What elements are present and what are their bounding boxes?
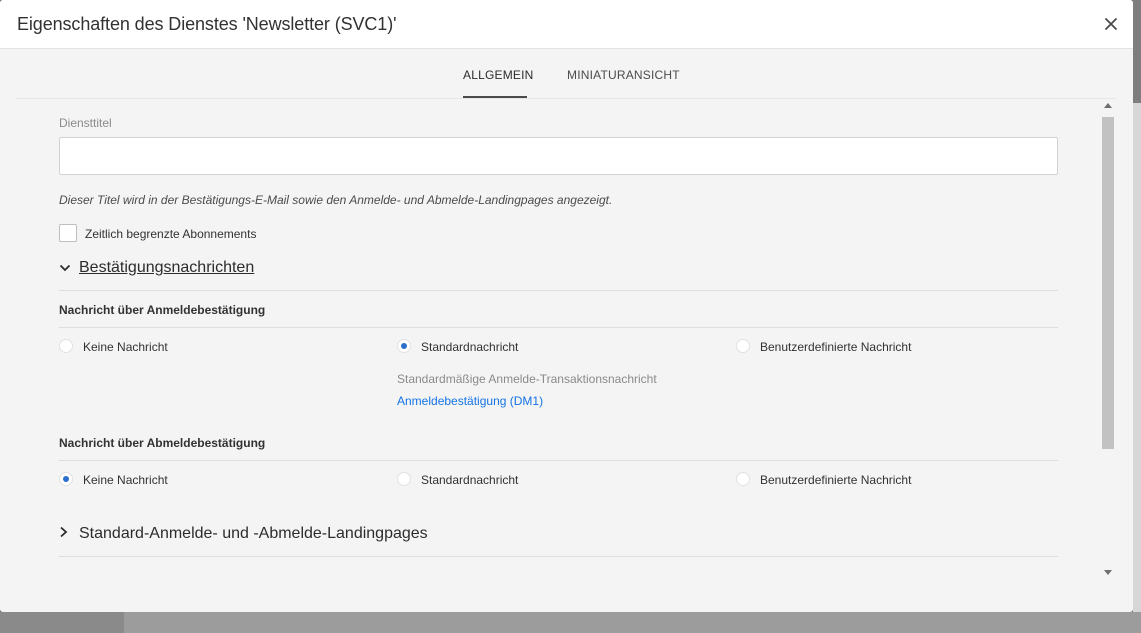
- close-icon: [1105, 18, 1117, 30]
- close-button[interactable]: [1102, 15, 1120, 33]
- tab-bar: ALLGEMEIN MINIATURANSICHT: [16, 49, 1116, 99]
- divider: [59, 290, 1058, 291]
- scroll-thumb[interactable]: [1102, 117, 1114, 449]
- dialog-header: Eigenschaften des Dienstes 'Newsletter (…: [0, 0, 1133, 49]
- subscribe-option-custom-label: Benutzerdefinierte Nachricht: [760, 340, 912, 354]
- landing-section-header[interactable]: Standard-Anmelde- und -Abmelde-Landingpa…: [59, 525, 428, 543]
- service-title-label: Diensttitel: [59, 116, 112, 130]
- subscribe-radio-standard[interactable]: [397, 339, 411, 353]
- limited-subscriptions-label: Zeitlich begrenzte Abonnements: [85, 227, 257, 241]
- unsubscribe-option-none-label: Keine Nachricht: [83, 473, 168, 487]
- tab-miniaturansicht[interactable]: MINIATURANSICHT: [567, 68, 680, 82]
- backdrop-right: [1133, 0, 1141, 612]
- unsubscribe-radio-standard[interactable]: [397, 472, 411, 486]
- unsubscribe-radio-custom[interactable]: [736, 472, 750, 486]
- landing-section-title: Standard-Anmelde- und -Abmelde-Landingpa…: [79, 525, 428, 542]
- service-title-hint: Dieser Titel wird in der Bestätigungs-E-…: [59, 193, 613, 207]
- subscribe-radio-custom[interactable]: [736, 339, 750, 353]
- unsubscribe-confirmation-heading: Nachricht über Abmeldebestätigung: [59, 436, 266, 450]
- unsubscribe-option-standard-label: Standardnachricht: [421, 473, 519, 487]
- dialog-content: Diensttitel Dieser Titel wird in der Bes…: [0, 100, 1100, 580]
- unsubscribe-radio-none[interactable]: [59, 472, 73, 486]
- divider: [59, 556, 1058, 557]
- backdrop-panel-bottom: [124, 612, 1141, 633]
- confirmation-section-title: Bestätigungsnachrichten: [79, 259, 255, 276]
- divider: [59, 327, 1058, 328]
- subscribe-option-standard-label: Standardnachricht: [421, 340, 519, 354]
- subscribe-radio-none[interactable]: [59, 339, 73, 353]
- backdrop-bottom: [0, 612, 1141, 633]
- confirmation-section-header[interactable]: Bestätigungsnachrichten: [59, 259, 254, 277]
- service-title-input[interactable]: [59, 137, 1058, 175]
- tab-allgemein[interactable]: ALLGEMEIN: [463, 68, 534, 82]
- default-subscribe-message-link[interactable]: Anmeldebestätigung (DM1): [397, 394, 543, 408]
- chevron-down-icon: [59, 259, 73, 277]
- service-properties-dialog: Eigenschaften des Dienstes 'Newsletter (…: [0, 0, 1133, 612]
- backdrop-panel: [1133, 103, 1141, 612]
- dialog-title: Eigenschaften des Dienstes 'Newsletter (…: [17, 14, 397, 34]
- limited-subscriptions-checkbox[interactable]: [59, 224, 77, 242]
- chevron-right-icon: [59, 525, 73, 543]
- subscribe-confirmation-heading: Nachricht über Anmeldebestätigung: [59, 303, 266, 317]
- content-scrollbar[interactable]: [1100, 100, 1117, 580]
- subscribe-option-none-label: Keine Nachricht: [83, 340, 168, 354]
- unsubscribe-option-custom-label: Benutzerdefinierte Nachricht: [760, 473, 912, 487]
- active-tab-indicator: [463, 96, 527, 98]
- divider: [59, 460, 1058, 461]
- default-subscribe-message-info: Standardmäßige Anmelde-Transaktionsnachr…: [397, 372, 657, 386]
- scroll-up-icon[interactable]: [1104, 103, 1112, 108]
- scroll-down-icon[interactable]: [1104, 570, 1112, 575]
